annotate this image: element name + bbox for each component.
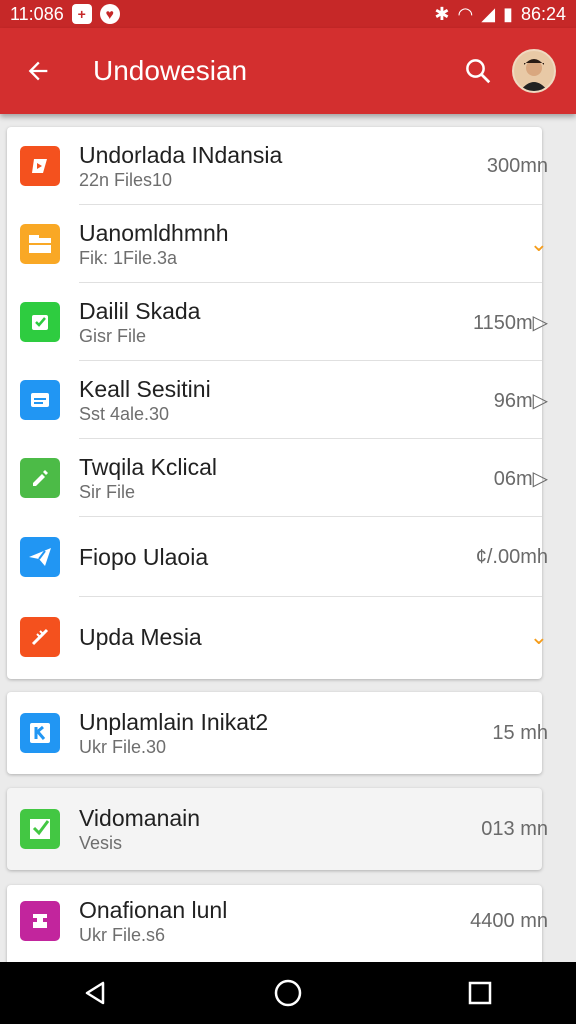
- nav-home-button[interactable]: [266, 971, 310, 1015]
- item-meta: ¢/.00mh: [475, 545, 548, 568]
- slash-icon: [20, 617, 60, 657]
- list-item[interactable]: Upda Mesia ⌄: [7, 597, 548, 677]
- item-title: Keall Sesitini: [79, 376, 211, 402]
- item-subtitle: Sst 4ale.30: [79, 404, 170, 424]
- item-subtitle: Fik: 1File.3a: [79, 248, 178, 268]
- bookmark-icon: [20, 901, 60, 941]
- item-title: Vidomanain: [79, 805, 201, 831]
- check-icon: [20, 302, 60, 342]
- list-item[interactable]: Dailil Skada Gisr File 1150m▷: [7, 283, 548, 361]
- list-item[interactable]: Uanomldhmnh Fik: 1File.3a ⌄: [7, 205, 548, 283]
- status-clock: 86:24: [520, 3, 566, 24]
- home-circle-icon: [274, 979, 302, 1007]
- app-bar: Undowesian: [0, 28, 576, 114]
- item-meta: 15 mh: [492, 721, 548, 744]
- item-meta: 4400 mn: [470, 909, 548, 932]
- nav-back-button[interactable]: [74, 971, 118, 1015]
- item-subtitle: Gisr File: [79, 326, 146, 346]
- checkbox-icon: [20, 809, 60, 849]
- item-subtitle: Ukr File.s6: [79, 925, 166, 945]
- play-icon: [20, 146, 60, 186]
- item-title: Fiopo Ulaoia: [79, 544, 209, 570]
- list-item[interactable]: Twqila Kclical Sir File 06m▷: [7, 439, 548, 517]
- item-meta: 06m▷: [493, 467, 548, 490]
- item-subtitle: 22n Files10: [79, 170, 173, 190]
- item-meta: 013 mn: [481, 817, 548, 840]
- item-meta: 96m▷: [493, 389, 548, 412]
- search-button[interactable]: [456, 49, 500, 93]
- avatar[interactable]: [512, 49, 556, 93]
- list-item[interactable]: Undorlada INdansia 22n Files10 300mn: [7, 127, 548, 205]
- item-title: Upda Mesia: [79, 624, 202, 650]
- wifi-icon: ◠: [457, 3, 474, 24]
- item-title: Uanomldhmnh: [79, 220, 229, 246]
- pen-icon: [20, 458, 60, 498]
- bluetooth-icon: ✱: [434, 3, 450, 24]
- status-time: 11:086: [10, 3, 64, 24]
- list-item[interactable]: Unplamlain Inikat2 Ukr File.30 15 mh: [7, 692, 548, 774]
- list-item[interactable]: Keall Sesitini Sst 4ale.30 96m▷: [7, 361, 548, 439]
- item-title: Dailil Skada: [79, 298, 201, 324]
- item-title: Unplamlain Inikat2: [79, 709, 269, 735]
- signal-icon: ◢: [481, 3, 496, 24]
- recents-square-icon: [468, 981, 492, 1005]
- folder-icon: [20, 224, 60, 264]
- notification-heart-icon: ♥: [99, 4, 120, 24]
- chevron-down-icon[interactable]: ⌄: [530, 205, 548, 283]
- file-list-card: Unplamlain Inikat2 Ukr File.30 15 mh: [7, 692, 548, 774]
- item-subtitle: Vesis: [79, 833, 123, 853]
- list-item[interactable]: Onafionan lunl Ukr File.s6 4400 mn: [7, 885, 548, 957]
- chevron-down-icon[interactable]: ⌄: [530, 597, 548, 677]
- item-title: Twqila Kclical: [79, 454, 218, 480]
- back-triangle-icon: [85, 981, 105, 1005]
- file-list-card-main: Undorlada INdansia 22n Files10 300mn Uano…: [7, 127, 548, 679]
- item-meta: 1150m▷: [472, 311, 548, 334]
- list-item[interactable]: Vidomanain Vesis 013 mn: [7, 788, 548, 870]
- item-title: Onafionan lunl: [79, 897, 228, 923]
- battery-icon: ▮: [503, 3, 513, 24]
- search-icon: [466, 59, 491, 84]
- item-title: Undorlada INdansia: [79, 142, 283, 168]
- arrow-left-icon: [28, 61, 48, 81]
- item-subtitle: Sir File: [79, 482, 136, 502]
- system-nav-bar: [0, 962, 576, 1024]
- page-title: Undowesian: [93, 55, 248, 86]
- status-bar: 11:086 + ♥ ✱ ◠ ◢ ▮ 86:24: [0, 0, 576, 28]
- back-button[interactable]: [18, 51, 58, 91]
- notification-plus-icon: +: [71, 4, 92, 24]
- file-list-card: Onafionan lunl Ukr File.s6 4400 mn: [7, 885, 548, 967]
- send-icon: [20, 537, 60, 577]
- nav-recents-button[interactable]: [458, 971, 502, 1015]
- item-meta: 300mn: [486, 154, 548, 177]
- list-item[interactable]: Fiopo Ulaoia ¢/.00mh: [7, 517, 548, 597]
- file-list-card: Vidomanain Vesis 013 mn: [7, 788, 548, 870]
- k-icon: [20, 713, 60, 753]
- file-icon: [20, 380, 60, 420]
- item-subtitle: Ukr File.30: [79, 737, 167, 757]
